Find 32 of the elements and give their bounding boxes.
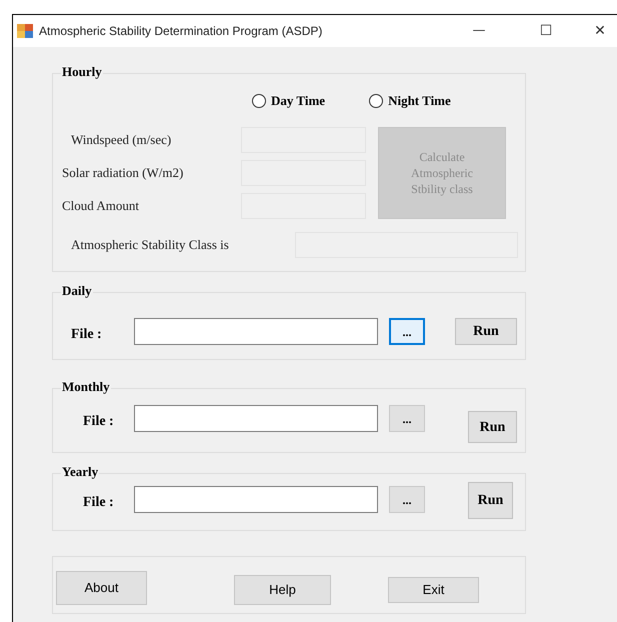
app-icon (17, 24, 33, 38)
file-path-field[interactable] (134, 405, 378, 432)
browse-button[interactable]: ... (389, 405, 425, 432)
dialog-button[interactable]: Exit (388, 577, 479, 603)
field-label: Solar radiation (W/m2) (61, 164, 184, 182)
browse-button[interactable]: ... (389, 486, 425, 513)
window-title: Atmospheric Stability Determination Program (ASDP) (39, 23, 324, 40)
radio-label: Day Time (271, 92, 326, 110)
radio-button[interactable] (369, 94, 384, 108)
minimize-button[interactable]: — (459, 21, 499, 41)
group-title: Hourly (61, 64, 103, 80)
group-title: Yearly (61, 464, 100, 480)
field-label: Cloud Amount (61, 196, 140, 215)
file-label: File : (70, 326, 103, 344)
dialog-button[interactable]: Help (234, 575, 331, 605)
run-button[interactable]: Run (468, 411, 517, 443)
file-path-field[interactable] (134, 486, 378, 513)
file-label: File : (82, 413, 115, 431)
run-button[interactable]: Run (468, 482, 513, 519)
group-title: Daily (61, 283, 93, 299)
file-path-field[interactable] (134, 318, 378, 345)
result-label: Atmospheric Stability Class is (70, 236, 230, 254)
radio-label: Night Time (388, 92, 451, 110)
file-label: File : (82, 494, 115, 512)
group-title: Monthly (61, 379, 111, 395)
maximize-button[interactable]: ☐ (531, 20, 561, 42)
browse-button[interactable]: ... (389, 318, 425, 345)
close-button[interactable]: ✕ (585, 20, 615, 42)
radio-button[interactable] (252, 94, 266, 108)
dialog-button[interactable]: About (56, 571, 147, 605)
run-button[interactable]: Run (455, 318, 517, 345)
field-label: Windspeed (m/sec) (70, 130, 172, 149)
